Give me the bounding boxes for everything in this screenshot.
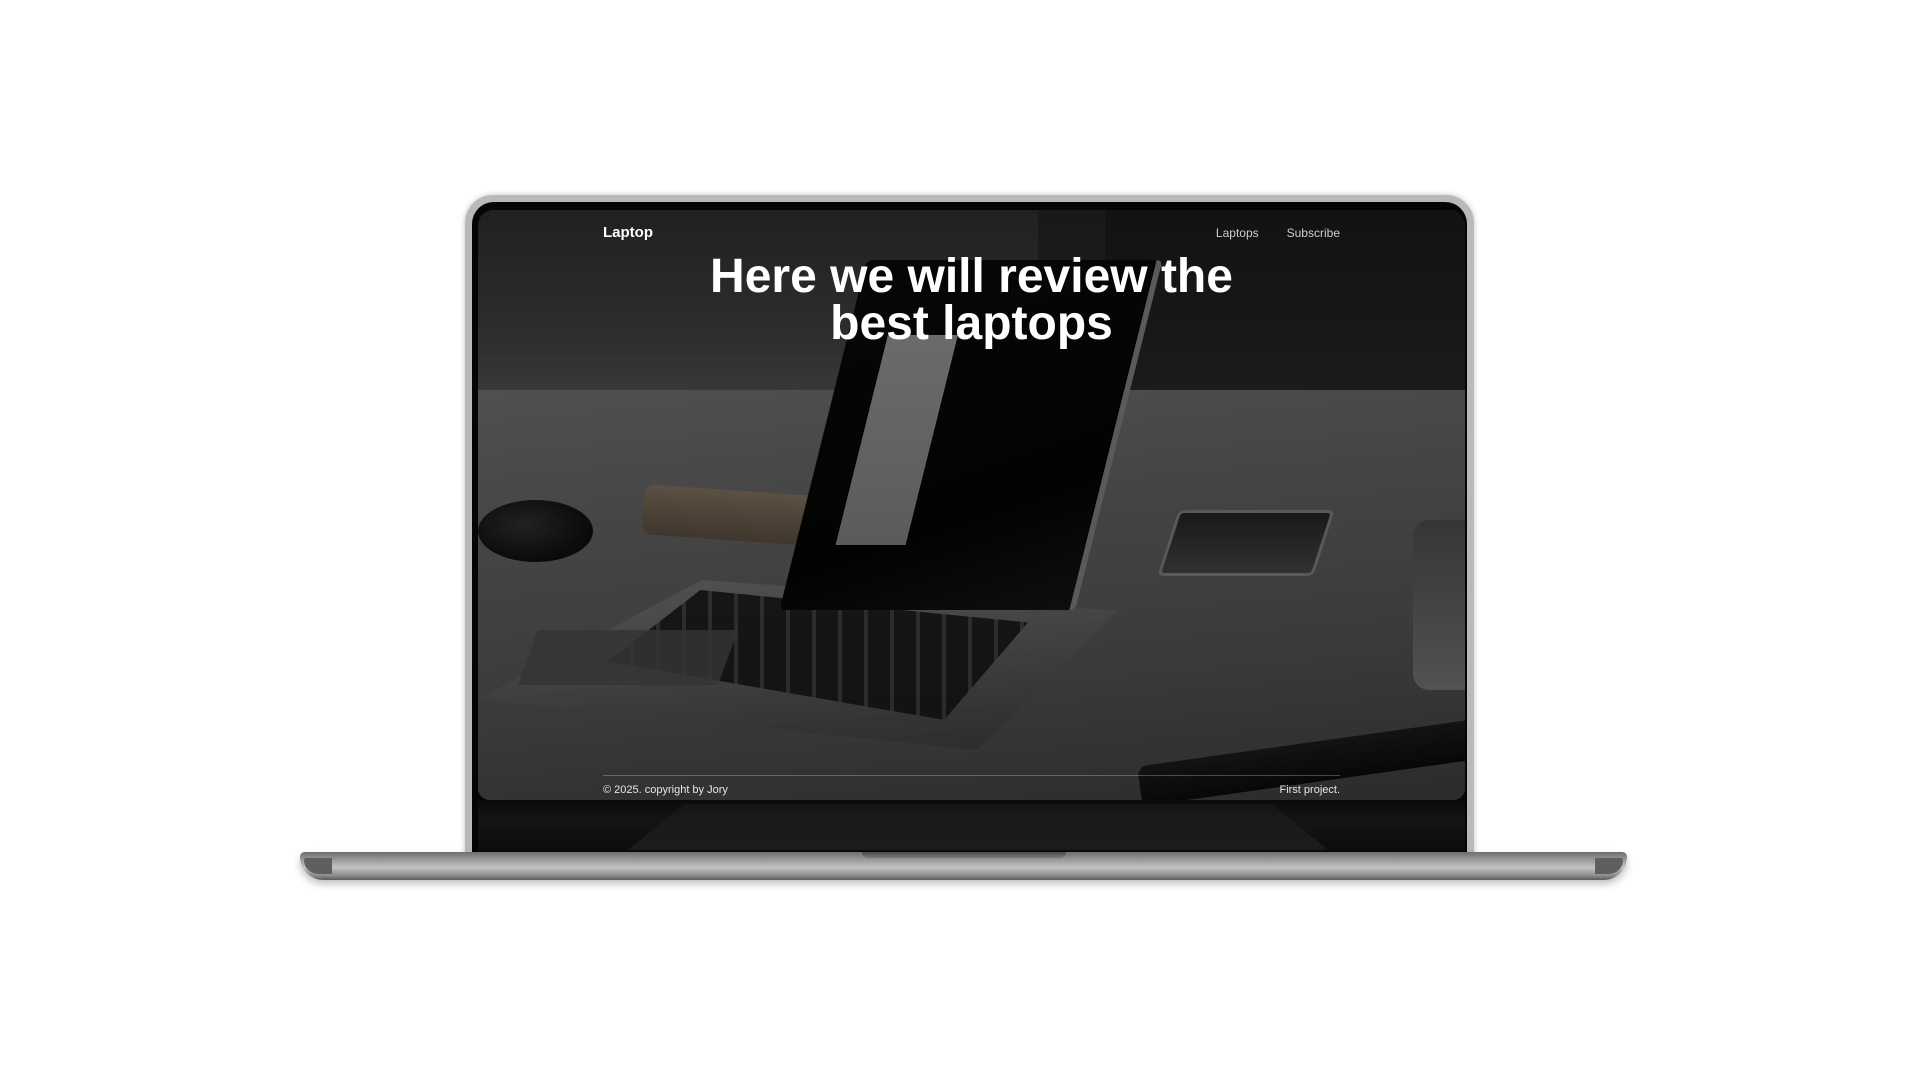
footer-copyright: © 2025. copyright by Jory <box>603 784 728 796</box>
site-footer: © 2025. copyright by Jory First project. <box>603 775 1340 800</box>
nav-links: Laptops Subscribe <box>1216 226 1340 240</box>
nav-link-subscribe[interactable]: Subscribe <box>1287 226 1340 240</box>
laptop-base-foot-left <box>304 858 332 874</box>
footer-note: First project. <box>1279 784 1340 796</box>
hero-title: Here we will review the best laptops <box>710 250 1233 350</box>
laptop-base-notch <box>862 852 1066 858</box>
nav-link-laptops[interactable]: Laptops <box>1216 226 1259 240</box>
laptop-screen-chin <box>478 800 1465 852</box>
laptop-base <box>300 852 1627 880</box>
device-mockup-scene: Laptop Laptops Subscribe Here we will re… <box>0 0 1920 1080</box>
site-logo[interactable]: Laptop <box>603 224 653 241</box>
site-navbar: Laptop Laptops Subscribe <box>478 224 1465 248</box>
laptop-base-foot-right <box>1595 858 1623 874</box>
laptop-screen: Laptop Laptops Subscribe Here we will re… <box>478 210 1465 800</box>
